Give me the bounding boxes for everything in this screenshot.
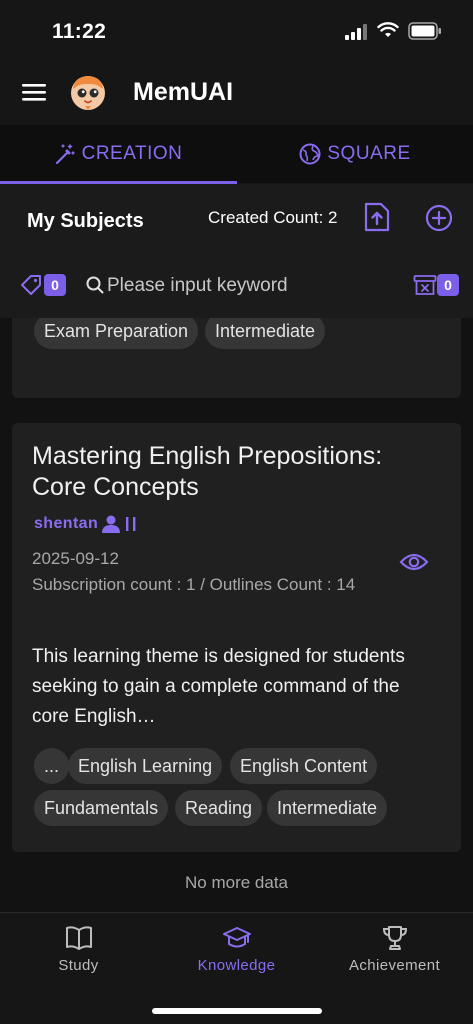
author-row[interactable]: shentan	[34, 515, 138, 533]
subject-date: 2025-09-12	[32, 549, 119, 568]
book-icon	[65, 926, 92, 950]
add-circle-icon[interactable]	[425, 204, 453, 232]
trash-box-icon	[413, 275, 437, 295]
tag-chip[interactable]: Exam Preparation	[34, 318, 199, 349]
subject-list[interactable]: Exam Preparation Intermediate Mastering …	[0, 318, 473, 912]
bottom-navigation: Study Knowledge Achievement	[0, 912, 473, 1024]
my-subjects-heading: My Subjects	[27, 210, 144, 232]
created-count: Created Count: 2	[208, 208, 338, 227]
tab-creation-label: CREATION	[81, 143, 183, 164]
tag-filter-button[interactable]: 0	[20, 274, 66, 296]
tag-chip[interactable]: Reading	[175, 790, 263, 826]
tab-bar: CREATION SQUARE	[0, 125, 473, 183]
tag-chip[interactable]: Intermediate	[267, 790, 388, 826]
subject-description: This learning theme is designed for stud…	[32, 646, 405, 727]
nav-knowledge[interactable]: Knowledge	[158, 925, 315, 974]
tab-square-label: SQUARE	[327, 143, 411, 164]
upload-file-icon[interactable]	[364, 202, 390, 232]
magic-wand-icon	[55, 144, 75, 165]
search-input[interactable]	[107, 273, 397, 299]
trash-count-badge: 0	[437, 274, 459, 296]
subject-card[interactable]: Exam Preparation Intermediate	[12, 318, 461, 398]
tag-count-badge: 0	[44, 274, 66, 296]
author-name: shentan	[34, 515, 99, 532]
hamburger-menu-icon[interactable]	[22, 82, 46, 102]
nav-study-label: Study	[58, 957, 99, 974]
nav-achievement[interactable]: Achievement	[316, 925, 473, 974]
nav-achievement-label: Achievement	[348, 957, 441, 974]
tag-chip[interactable]: Intermediate	[205, 318, 326, 349]
subject-title[interactable]: Mastering English Prepositions: Core Con…	[32, 441, 432, 503]
trash-button[interactable]: 0	[413, 274, 459, 296]
pause-icon	[126, 517, 136, 531]
tag-icon	[21, 275, 41, 295]
subject-card[interactable]: Mastering English Prepositions: Core Con…	[12, 423, 461, 852]
cellular-signal-icon	[345, 24, 367, 40]
tag-chip[interactable]: English Learning	[68, 748, 223, 784]
nav-knowledge-label: Knowledge	[197, 957, 276, 974]
tag-chip[interactable]: English Content	[230, 748, 378, 784]
subjects-header: My Subjects Created Count: 2 0 0	[0, 184, 473, 318]
app-logo-icon	[71, 76, 105, 110]
app-header: MemUAI	[0, 62, 473, 125]
nav-study[interactable]: Study	[0, 925, 157, 974]
eye-icon[interactable]	[399, 551, 429, 573]
wifi-icon	[377, 22, 399, 37]
trophy-icon	[382, 926, 407, 950]
search-icon	[86, 276, 104, 294]
battery-icon	[408, 22, 441, 40]
list-end-message: No more data	[185, 873, 288, 892]
tag-chip-more[interactable]: ...	[34, 748, 70, 784]
graduation-cap-icon	[222, 927, 251, 948]
globe-icon	[299, 143, 321, 165]
tab-creation[interactable]: CREATION	[0, 125, 236, 183]
tab-square[interactable]: SQUARE	[237, 125, 473, 183]
subject-meta: Subscription count : 1 / Outlines Count …	[32, 575, 356, 594]
home-indicator[interactable]	[152, 1008, 322, 1014]
tag-chip[interactable]: Fundamentals	[34, 790, 169, 826]
status-bar: 11:22	[0, 0, 473, 62]
user-icon	[102, 515, 121, 533]
app-title: MemUAI	[133, 78, 234, 106]
status-time: 11:22	[52, 20, 107, 43]
